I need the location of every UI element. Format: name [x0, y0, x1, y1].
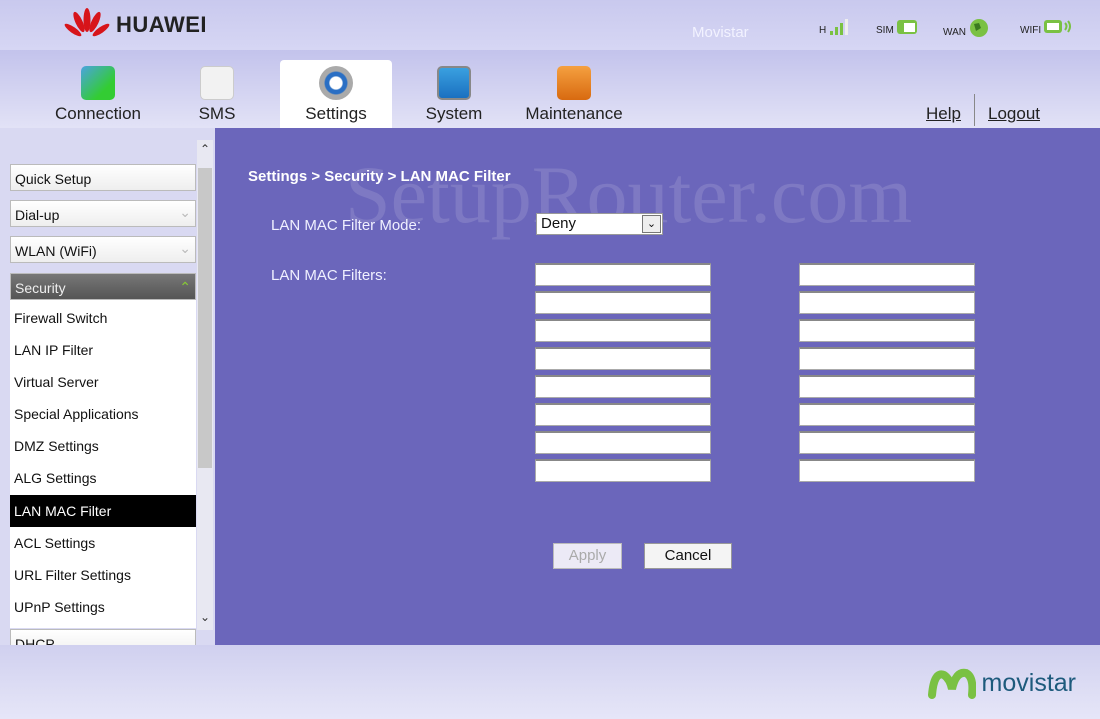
movistar-logo: movistar: [927, 667, 1076, 699]
signal-status: H: [819, 18, 850, 36]
header-links: Help Logout: [926, 94, 1040, 126]
sidebar-scrollbar[interactable]: ⌃ ⌄: [197, 140, 213, 630]
mac-filter-field[interactable]: [535, 459, 711, 482]
signal-icon: [830, 19, 849, 35]
chevron-down-icon: ⌄: [179, 204, 191, 220]
content-panel: SetupRouter.com Settings > Security > LA…: [215, 128, 1100, 645]
sidebar-group-dhcp[interactable]: DHCP: [10, 629, 196, 645]
mac-filter-field[interactable]: [535, 319, 711, 342]
scrollbar-thumb[interactable]: [198, 168, 212, 468]
filters-label: LAN MAC Filters:: [271, 267, 387, 284]
toolbox-icon: [557, 66, 591, 100]
sidebar-item-lan-mac-filter[interactable]: LAN MAC Filter: [10, 495, 196, 527]
wifi-status: WIFI: [1020, 18, 1073, 36]
chevron-down-icon: ⌄: [179, 240, 191, 256]
mac-filter-field[interactable]: [535, 291, 711, 314]
sidebar-group-quick-setup[interactable]: Quick Setup: [10, 164, 196, 191]
mac-filter-field[interactable]: [799, 403, 975, 426]
sidebar-group-wlan[interactable]: WLAN (WiFi) ⌄: [10, 236, 196, 263]
sidebar-item-firewall-switch[interactable]: Firewall Switch: [10, 302, 196, 334]
mac-filter-field[interactable]: [799, 319, 975, 342]
sidebar: Quick Setup Dial-up ⌄ WLAN (WiFi) ⌄ Securi…: [10, 140, 197, 645]
brand-name: HUAWEI: [116, 12, 207, 37]
tab-system[interactable]: System: [398, 60, 510, 128]
mac-filter-field[interactable]: [799, 263, 975, 286]
sidebar-item-url-filter-settings[interactable]: URL Filter Settings: [10, 559, 196, 591]
sidebar-item-alg-settings[interactable]: ALG Settings: [10, 462, 196, 494]
movistar-logo-icon: [927, 668, 976, 699]
scroll-up-icon[interactable]: ⌃: [197, 142, 213, 156]
connection-icon: [81, 66, 115, 100]
carrier-name: Movistar: [692, 24, 749, 41]
tab-connection[interactable]: Connection: [42, 60, 154, 128]
scroll-down-icon[interactable]: ⌄: [197, 610, 213, 624]
apply-button[interactable]: Apply: [553, 543, 622, 569]
wan-status: WAN: [943, 18, 990, 38]
mac-filter-field[interactable]: [799, 431, 975, 454]
mac-filter-field[interactable]: [535, 263, 711, 286]
envelope-icon: [200, 66, 234, 100]
mac-filter-field[interactable]: [535, 403, 711, 426]
wifi-icon: [1044, 20, 1072, 33]
sidebar-item-dmz-settings[interactable]: DMZ Settings: [10, 430, 196, 462]
tab-settings[interactable]: Settings: [280, 60, 392, 128]
mode-label: LAN MAC Filter Mode:: [271, 217, 422, 234]
sidebar-item-special-applications[interactable]: Special Applications: [10, 398, 196, 430]
monitor-icon: [437, 66, 471, 100]
globe-icon: [969, 19, 988, 37]
cancel-button[interactable]: Cancel: [644, 543, 732, 569]
mode-select[interactable]: Deny ⌄: [536, 213, 663, 235]
sidebar-item-upnp-settings[interactable]: UPnP Settings: [10, 591, 196, 623]
mac-filter-field[interactable]: [535, 375, 711, 398]
sidebar-group-security[interactable]: Security ⌃: [10, 273, 196, 300]
breadcrumb: Settings > Security > LAN MAC Filter: [248, 168, 511, 185]
sidebar-item-virtual-server[interactable]: Virtual Server: [10, 366, 196, 398]
chevron-down-icon: ⌄: [642, 215, 661, 233]
chevron-up-icon: ⌃: [179, 279, 191, 295]
divider: [974, 94, 975, 126]
logout-link[interactable]: Logout: [988, 104, 1040, 126]
help-link[interactable]: Help: [926, 104, 961, 126]
sidebar-group-dial-up[interactable]: Dial-up ⌄: [10, 200, 196, 227]
mac-filter-field[interactable]: [799, 459, 975, 482]
sim-status: SIM: [876, 18, 918, 36]
mac-filter-field[interactable]: [535, 347, 711, 370]
mac-filter-field[interactable]: [799, 347, 975, 370]
mac-filter-field[interactable]: [799, 291, 975, 314]
sidebar-item-lan-ip-filter[interactable]: LAN IP Filter: [10, 334, 196, 366]
tab-maintenance[interactable]: Maintenance: [518, 60, 630, 128]
huawei-logo: HUAWEI: [64, 8, 207, 42]
sidebar-item-acl-settings[interactable]: ACL Settings: [10, 527, 196, 559]
gear-icon: [319, 66, 353, 100]
mac-filter-field[interactable]: [799, 375, 975, 398]
footer: movistar: [0, 645, 1100, 719]
mac-filter-field[interactable]: [535, 431, 711, 454]
top-bar: HUAWEI Movistar H SIM WAN WIFI: [0, 0, 1100, 50]
huawei-logo-icon: [64, 8, 110, 37]
sim-icon: [896, 20, 917, 34]
tab-sms[interactable]: SMS: [161, 60, 273, 128]
